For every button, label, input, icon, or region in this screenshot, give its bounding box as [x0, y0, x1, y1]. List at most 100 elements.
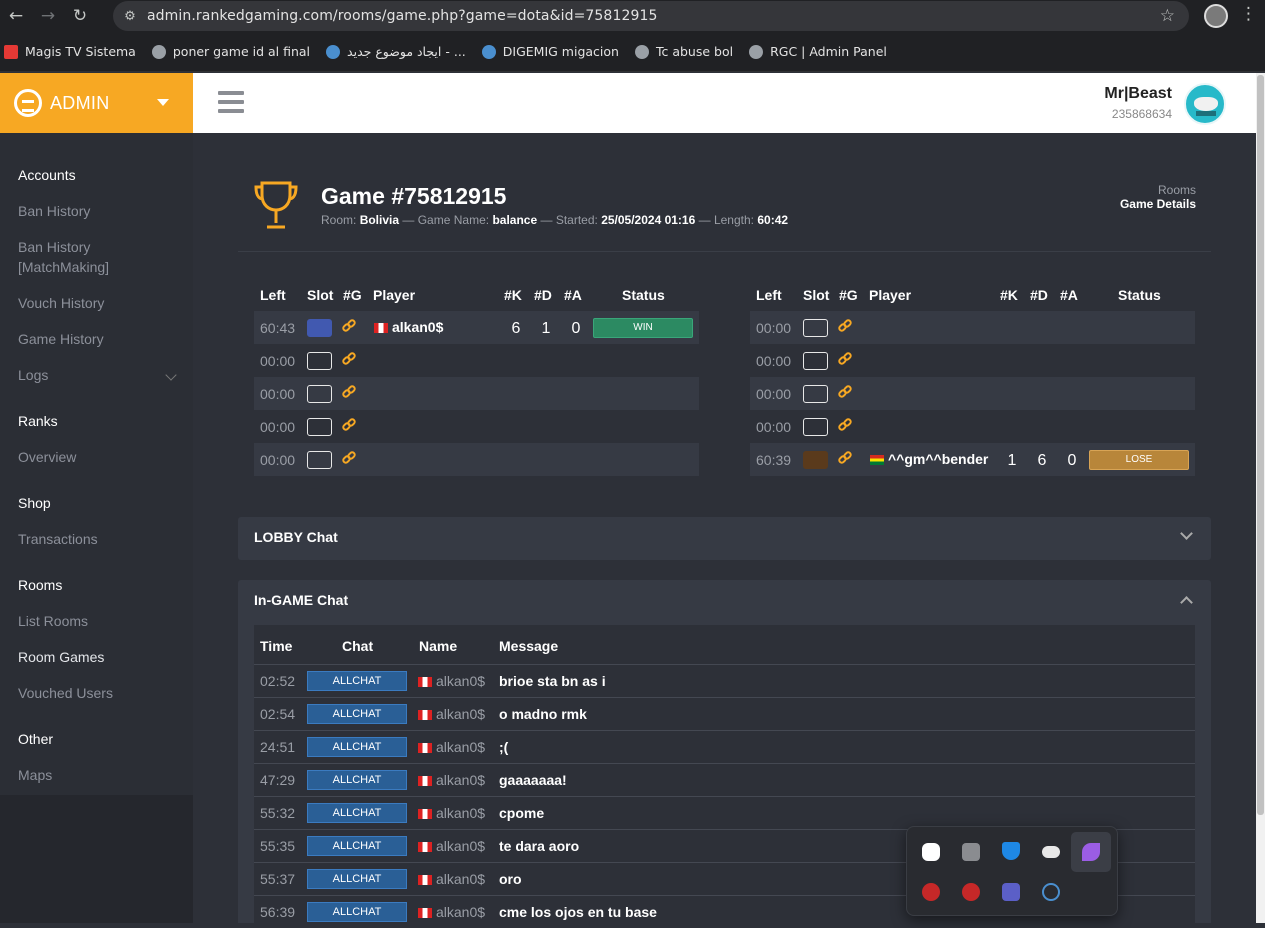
link-icon[interactable]	[342, 418, 356, 432]
bookmark-item[interactable]: ايجاد موضوع جديد - ...	[326, 44, 466, 59]
bookmark-item[interactable]: RGC | Admin Panel	[749, 44, 887, 59]
slot-color-box	[307, 352, 332, 370]
bookmark-label: ايجاد موضوع جديد - ...	[347, 44, 466, 59]
link-icon[interactable]	[838, 385, 852, 399]
feather-icon[interactable]	[1082, 843, 1100, 861]
sidebar-item-room-games[interactable]: Room Games	[18, 647, 104, 667]
chat-player-name[interactable]: alkan0$	[418, 739, 485, 755]
link-icon[interactable]	[838, 319, 852, 333]
sidebar-section-shop: Shop	[18, 495, 51, 511]
started-value: 25/05/2024 01:16	[601, 213, 696, 227]
hamburger-menu-icon[interactable]	[218, 91, 244, 113]
forward-icon[interactable]: →	[32, 0, 64, 32]
breadcrumb-parent[interactable]: Rooms	[1158, 183, 1196, 197]
edge-icon[interactable]	[1042, 883, 1060, 901]
bookmarks-bar: Magis TV Sistema poner game id al final …	[0, 32, 1265, 72]
chat-player-name[interactable]: alkan0$	[418, 673, 485, 689]
team-header: Left Slot #G Player #K #D #A Status	[254, 281, 699, 311]
link-icon[interactable]	[838, 352, 852, 366]
status-badge: WIN	[593, 318, 693, 338]
bookmark-item[interactable]: Tc abuse bol	[634, 44, 733, 59]
link-icon[interactable]	[342, 385, 356, 399]
chat-player-name[interactable]: alkan0$	[418, 772, 485, 788]
sidebar-item-ban-history[interactable]: Ban History	[18, 201, 90, 221]
chat-channel-badge: ALLCHAT	[307, 737, 407, 757]
chat-player-name[interactable]: alkan0$	[418, 871, 485, 887]
slot-color-box	[307, 385, 332, 403]
link-icon[interactable]	[838, 418, 852, 432]
onedrive-icon[interactable]	[1042, 846, 1060, 858]
breadcrumb-current: Game Details	[1119, 197, 1196, 211]
sidebar-item-maps[interactable]: Maps	[18, 765, 52, 785]
link-icon[interactable]	[342, 319, 356, 333]
player-row: 00:00	[254, 344, 699, 377]
chat-time: 56:39	[260, 904, 296, 920]
site-settings-icon[interactable]: ⚙	[113, 9, 147, 24]
chat-player-name[interactable]: alkan0$	[418, 838, 485, 854]
bookmark-item[interactable]: DIGEMIG migacion	[481, 44, 619, 59]
player-d: 1	[541, 320, 551, 337]
scrollbar-thumb[interactable]	[1257, 75, 1264, 815]
back-icon[interactable]: ←	[0, 0, 32, 32]
chevron-down-icon[interactable]	[1180, 527, 1193, 540]
link-icon[interactable]	[342, 451, 356, 465]
chat-player-name[interactable]: alkan0$	[418, 904, 485, 920]
col-g: #G	[839, 287, 858, 303]
player-name[interactable]: ^^gm^^bender	[870, 451, 988, 467]
sidebar-item-vouch-history[interactable]: Vouch History	[18, 293, 104, 313]
started-label: — Started:	[540, 213, 598, 227]
chat-message: te dara aoro	[499, 838, 580, 854]
page-title: Game #75812915	[321, 183, 507, 209]
bookmark-label: RGC | Admin Panel	[770, 44, 887, 59]
reload-icon[interactable]: ↻	[64, 0, 96, 32]
bookmark-label: DIGEMIG migacion	[502, 44, 619, 59]
profile-avatar-icon[interactable]	[1204, 4, 1228, 28]
bookmark-item[interactable]: Magis TV Sistema	[4, 44, 136, 59]
chat-message: gaaaaaaa!	[499, 772, 567, 788]
chevron-up-icon[interactable]	[1180, 596, 1193, 609]
bookmark-item[interactable]: poner game id al final	[151, 44, 310, 59]
folder-icon[interactable]	[962, 843, 980, 861]
player-name[interactable]: alkan0$	[374, 319, 443, 335]
app-red-icon[interactable]	[922, 883, 940, 901]
link-icon[interactable]	[342, 352, 356, 366]
discord-icon[interactable]	[922, 843, 940, 861]
length-value: 60:42	[757, 213, 789, 227]
system-tray-overflow	[906, 826, 1118, 916]
chat-time: 55:32	[260, 805, 296, 821]
url-text: admin.rankedgaming.com/rooms/game.php?ga…	[147, 8, 658, 24]
flag-pe-icon	[418, 743, 432, 753]
link-icon[interactable]	[838, 451, 852, 465]
col-left: Left	[260, 287, 286, 303]
sidebar-item-logs[interactable]: Logs	[18, 365, 48, 385]
player-left-time: 60:39	[756, 452, 792, 468]
browser-menu-icon[interactable]: ⋮	[1240, 4, 1257, 24]
teams-icon[interactable]	[1002, 883, 1020, 901]
address-bar[interactable]: ⚙ admin.rankedgaming.com/rooms/game.php?…	[113, 1, 1189, 31]
user-avatar[interactable]	[1184, 83, 1226, 125]
sidebar-section-other: Other	[18, 731, 54, 747]
flag-pe-icon	[418, 809, 432, 819]
app-red-icon[interactable]	[962, 883, 980, 901]
sidebar-item-game-history[interactable]: Game History	[18, 329, 104, 349]
bookmark-star-icon[interactable]: ☆	[1160, 6, 1175, 26]
user-name[interactable]: Mr|Beast	[1104, 85, 1172, 103]
team-header: Left Slot #G Player #K #D #A Status	[750, 281, 1195, 311]
sidebar-item-list-rooms[interactable]: List Rooms	[18, 611, 88, 631]
defender-icon[interactable]	[1002, 842, 1020, 860]
browser-toolbar: ← → ↻ ⚙ admin.rankedgaming.com/rooms/gam…	[0, 0, 1265, 32]
chat-player-name[interactable]: alkan0$	[418, 706, 485, 722]
sidebar-item-transactions[interactable]: Transactions	[18, 529, 98, 549]
team-table-left: Left Slot #G Player #K #D #A Status 60:43 alkan0$…	[254, 281, 699, 476]
sidebar-item-ban-history-matchmaking[interactable]: Ban History [MatchMaking]	[18, 237, 138, 277]
sidebar-item-vouched-users[interactable]: Vouched Users	[18, 683, 113, 703]
brand-menu[interactable]: ADMIN	[0, 73, 193, 133]
slot-color-box	[803, 418, 828, 436]
page-scrollbar[interactable]	[1256, 73, 1265, 923]
lobby-chat-panel[interactable]: LOBBY Chat	[238, 517, 1211, 560]
chat-player-name[interactable]: alkan0$	[418, 805, 485, 821]
chat-player-name-text: alkan0$	[436, 805, 486, 821]
player-left-time: 00:00	[756, 353, 792, 369]
trophy-icon	[254, 181, 298, 229]
sidebar-item-overview[interactable]: Overview	[18, 447, 76, 467]
